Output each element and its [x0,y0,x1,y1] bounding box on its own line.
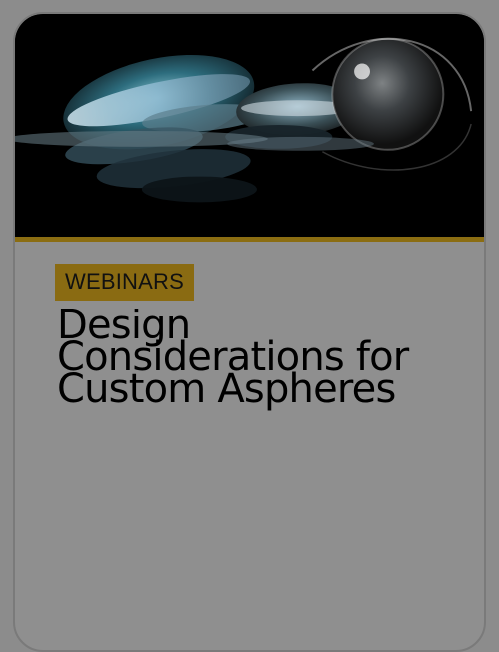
webinar-card[interactable]: WEBINARS Design Considerations for Custo… [13,12,486,652]
category-badge: WEBINARS [55,264,194,301]
gold-divider [15,237,484,242]
card-title[interactable]: Design Considerations for Custom Asphere… [57,309,435,433]
lens-image [15,14,484,237]
card-content: WEBINARS Design Considerations for Custo… [55,264,435,433]
lens-illustration [15,14,484,237]
